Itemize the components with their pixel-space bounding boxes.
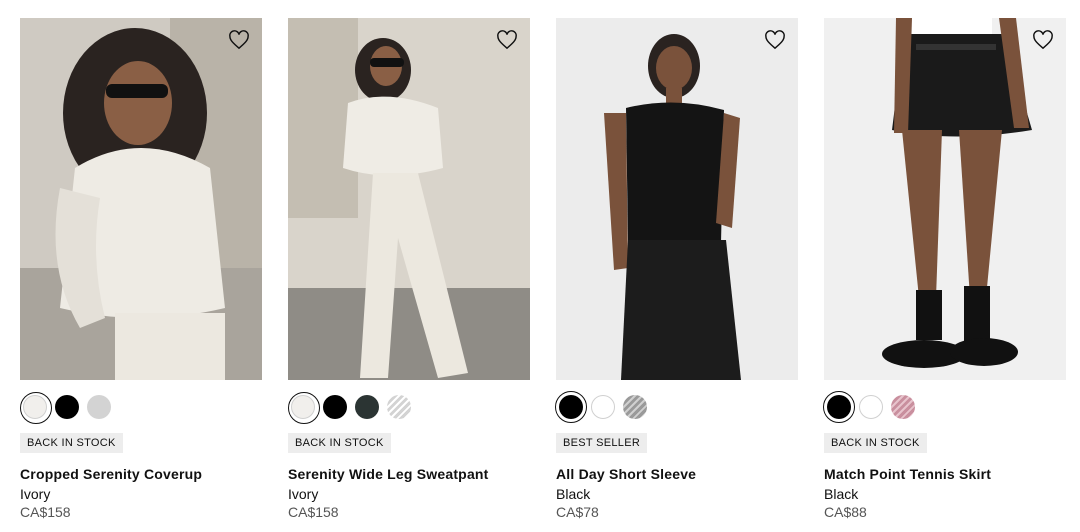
heart-icon[interactable] [228,30,250,50]
swatch-white[interactable] [859,395,883,419]
product-image[interactable] [556,18,798,380]
product-price: CA$78 [556,504,599,520]
swatch-ivory[interactable] [288,392,320,424]
product-color: Black [556,486,591,502]
color-swatches [288,392,530,424]
swatch-black[interactable] [323,395,347,419]
product-image[interactable] [20,18,262,380]
product-name[interactable]: Match Point Tennis Skirt [824,466,1066,482]
color-swatches [20,392,262,424]
product-name[interactable]: Cropped Serenity Coverup [20,466,262,482]
product-photo [288,18,530,380]
swatch-black[interactable] [555,391,587,423]
product-name[interactable]: Serenity Wide Leg Sweatpant [288,466,530,482]
status-badge: BEST SELLER [556,433,648,453]
heart-icon[interactable] [764,30,786,50]
product-card[interactable]: BACK IN STOCK Serenity Wide Leg Sweatpan… [288,18,530,520]
color-swatches [555,391,798,423]
product-image[interactable] [288,18,530,380]
swatch-black[interactable] [823,391,855,423]
status-badge: BACK IN STOCK [288,433,391,453]
product-color: Black [824,486,859,502]
heart-icon[interactable] [1032,30,1054,50]
product-price: CA$158 [288,504,339,520]
heart-icon[interactable] [496,30,518,50]
swatch-ivory[interactable] [20,392,52,424]
swatch-grey-stripe[interactable] [623,395,647,419]
product-grid: BACK IN STOCK Cropped Serenity Coverup I… [20,18,1066,520]
swatch-dark-green[interactable] [355,395,379,419]
product-color: Ivory [288,486,319,502]
product-image[interactable] [824,18,1066,380]
status-badge: BACK IN STOCK [20,433,123,453]
swatch-grey[interactable] [87,395,111,419]
swatch-black[interactable] [55,395,79,419]
product-card[interactable]: BEST SELLER All Day Short Sleeve Black C… [555,18,798,520]
product-price: CA$158 [20,504,71,520]
product-photo [556,18,798,380]
product-color: Ivory [20,486,51,502]
swatch-grey-stripe[interactable] [387,395,411,419]
product-card[interactable]: BACK IN STOCK Cropped Serenity Coverup I… [20,18,262,520]
color-swatches [823,391,1066,423]
swatch-white[interactable] [591,395,615,419]
product-price: CA$88 [824,504,867,520]
product-photo [824,18,1066,380]
product-photo [20,18,262,380]
product-card[interactable]: BACK IN STOCK Match Point Tennis Skirt B… [823,18,1066,520]
swatch-pink-stripe[interactable] [891,395,915,419]
product-name[interactable]: All Day Short Sleeve [556,466,798,482]
status-badge: BACK IN STOCK [824,433,927,453]
